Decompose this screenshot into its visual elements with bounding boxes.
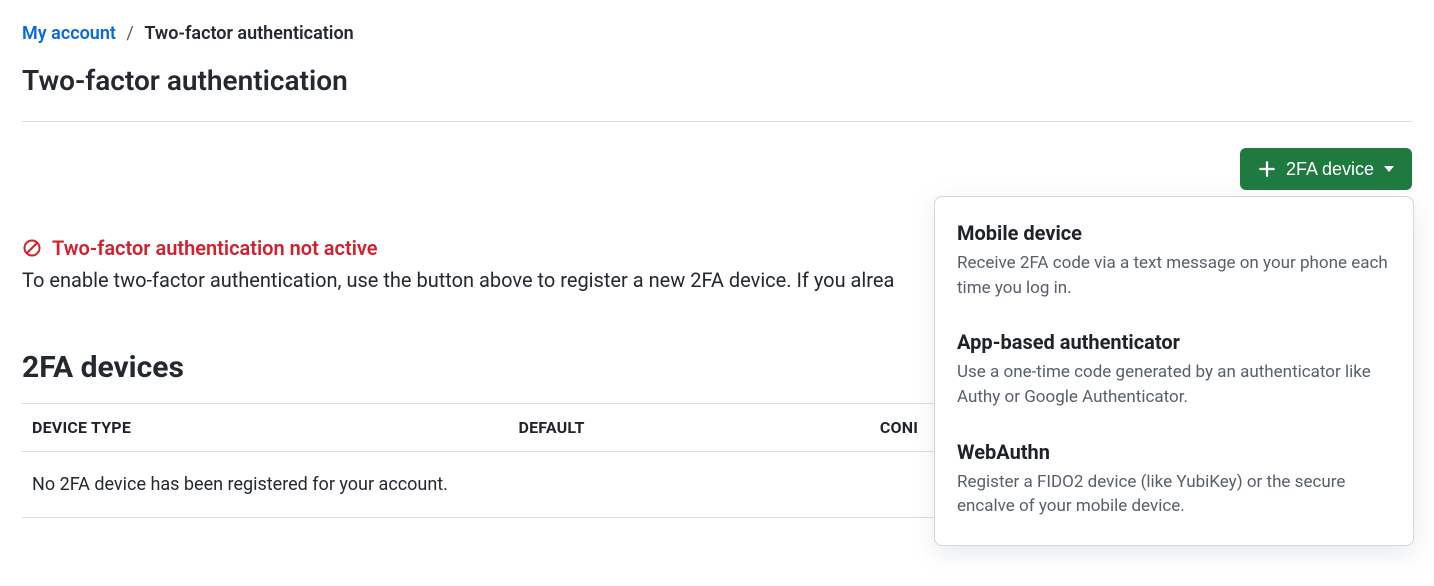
breadcrumb-current: Two-factor authentication	[144, 23, 353, 44]
page-root: My account / Two-factor authentication T…	[0, 0, 1434, 540]
plus-icon	[1258, 160, 1276, 178]
dropdown-item-title: App-based authenticator	[957, 330, 1391, 354]
dropdown-item-title: WebAuthn	[957, 440, 1391, 464]
add-2fa-device-button[interactable]: 2FA device	[1240, 148, 1412, 190]
dropdown-item-webauthn[interactable]: WebAuthn Register a FIDO2 device (like Y…	[935, 426, 1413, 535]
breadcrumb-separator: /	[126, 23, 133, 44]
col-device-type: DEVICE TYPE	[22, 404, 509, 452]
dropdown-item-app-authenticator[interactable]: App-based authenticator Use a one-time c…	[935, 316, 1413, 425]
breadcrumb-link-my-account[interactable]: My account	[22, 23, 116, 44]
add-2fa-device-dropdown: Mobile device Receive 2FA code via a tex…	[934, 196, 1414, 546]
dropdown-item-mobile-device[interactable]: Mobile device Receive 2FA code via a tex…	[935, 207, 1413, 316]
breadcrumb: My account / Two-factor authentication	[22, 22, 1412, 46]
dropdown-item-desc: Receive 2FA code via a text message on y…	[957, 251, 1391, 300]
dropdown-caret-icon	[1384, 166, 1394, 172]
prohibited-icon	[22, 238, 42, 258]
page-title: Two-factor authentication	[22, 64, 1412, 97]
dropdown-item-title: Mobile device	[957, 221, 1391, 245]
add-2fa-device-label: 2FA device	[1286, 158, 1374, 180]
dropdown-item-desc: Register a FIDO2 device (like YubiKey) o…	[957, 470, 1391, 519]
alert-heading-text: Two-factor authentication not active	[52, 236, 378, 260]
toolbar: 2FA device	[22, 122, 1412, 200]
col-default: DEFAULT	[509, 404, 870, 452]
dropdown-item-desc: Use a one-time code generated by an auth…	[957, 360, 1391, 409]
